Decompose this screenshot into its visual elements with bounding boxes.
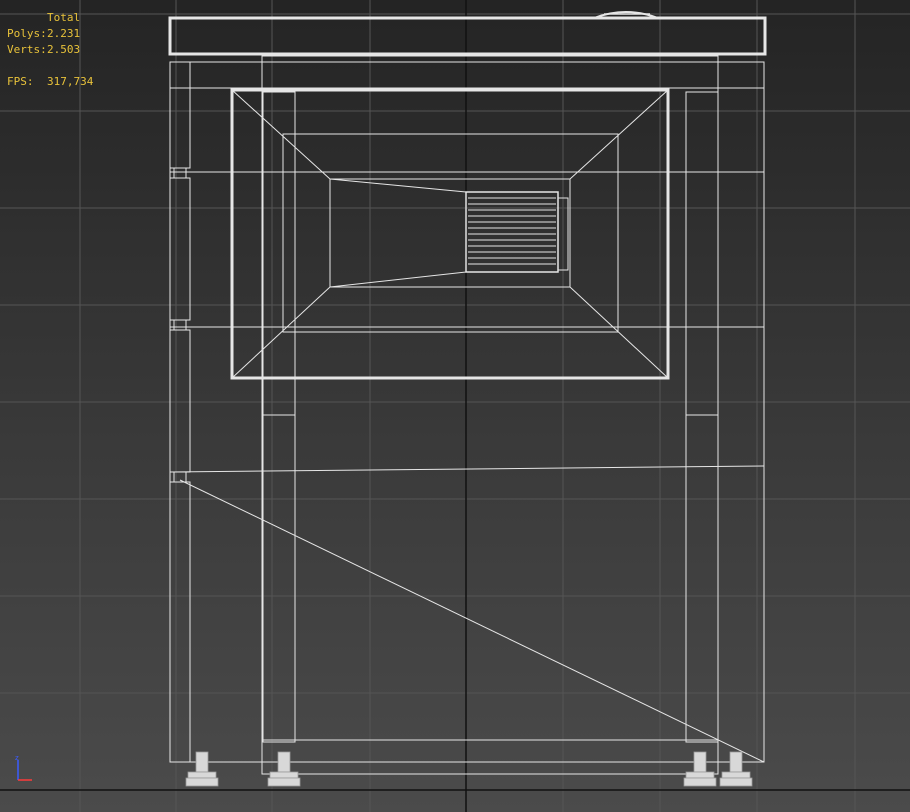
stats-header: Total (47, 11, 81, 24)
svg-text:z: z (15, 754, 19, 762)
stats-verts-row: Verts: 2.503 (7, 42, 93, 58)
axis-gizmo-icon: z (15, 754, 32, 781)
hinge-column (169, 61, 191, 763)
verts-value: 2.503 (47, 43, 81, 56)
verts-label: Verts: (7, 43, 47, 56)
foot-far-right (719, 751, 753, 787)
wireframe-model[interactable] (168, 11, 767, 775)
window-frame[interactable] (230, 88, 670, 380)
foot-mid-left (267, 751, 301, 787)
viewport[interactable]: Total Polys: 2.231 Verts: 2.503 FPS: 317… (0, 0, 910, 812)
stats-polys-row: Polys: 2.231 (7, 26, 93, 42)
body-diagonal-edge (179, 479, 765, 763)
foot-right (683, 751, 717, 787)
polys-label: Polys: (7, 27, 47, 40)
wireframe-scene[interactable] (0, 0, 910, 812)
fps-value: 317,734 (47, 75, 94, 88)
stats-fps-row: FPS: 317,734 (7, 74, 93, 90)
body-frame[interactable] (169, 61, 765, 763)
viewport-statistics: Total Polys: 2.231 Verts: 2.503 FPS: 317… (7, 10, 93, 90)
viewport-grid (0, 0, 910, 812)
world-axis-lines (0, 0, 910, 812)
funnel-wire (329, 178, 571, 288)
feet (185, 751, 753, 787)
foot-left (185, 751, 219, 787)
top-cover-outline[interactable] (168, 16, 767, 56)
polys-value: 2.231 (47, 27, 81, 40)
fps-label: FPS: (7, 75, 34, 88)
